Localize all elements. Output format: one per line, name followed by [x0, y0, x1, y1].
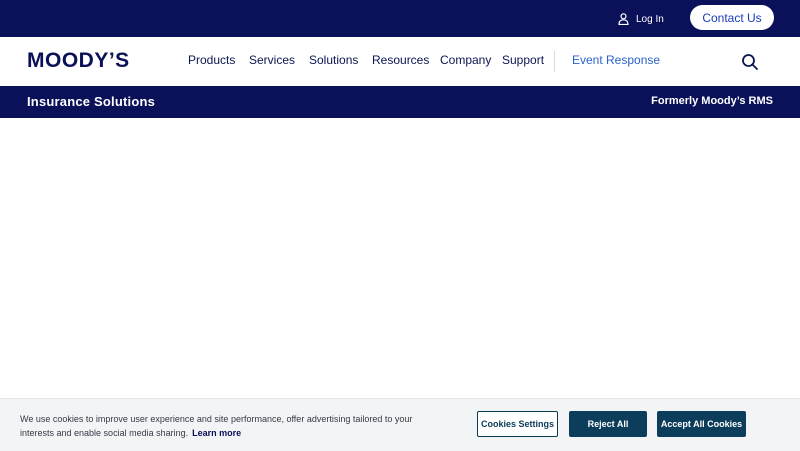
main-navigation: MOODY’S Products Services Solutions Reso…	[0, 37, 800, 86]
moodys-logo[interactable]: MOODY’S	[27, 49, 130, 73]
nav-products[interactable]: Products	[188, 53, 235, 67]
nav-divider	[554, 51, 555, 72]
nav-resources[interactable]: Resources	[372, 53, 429, 67]
section-title[interactable]: Insurance Solutions	[27, 94, 155, 109]
nav-services[interactable]: Services	[249, 53, 295, 67]
top-utility-bar: Log In Contact Us	[0, 0, 800, 37]
login-link[interactable]: Log In	[618, 11, 664, 27]
reject-all-button[interactable]: Reject All	[569, 411, 647, 437]
nav-support[interactable]: Support	[502, 53, 544, 67]
login-label: Log In	[636, 13, 664, 25]
nav-event-response[interactable]: Event Response	[572, 53, 660, 67]
section-header-bar: Insurance Solutions Formerly Moody’s RMS	[0, 86, 800, 118]
page-content-area	[0, 118, 800, 398]
contact-us-button[interactable]: Contact Us	[690, 5, 774, 30]
nav-company[interactable]: Company	[440, 53, 491, 67]
accept-all-cookies-button[interactable]: Accept All Cookies	[657, 411, 746, 437]
cookie-banner: We use cookies to improve user experienc…	[0, 398, 800, 451]
cookie-message: We use cookies to improve user experienc…	[20, 412, 440, 440]
nav-solutions[interactable]: Solutions	[309, 53, 358, 67]
user-icon	[618, 13, 629, 25]
search-icon[interactable]	[741, 53, 759, 71]
formerly-label: Formerly Moody’s RMS	[651, 95, 773, 107]
cookies-settings-button[interactable]: Cookies Settings	[477, 411, 558, 437]
learn-more-link[interactable]: Learn more	[192, 428, 241, 438]
